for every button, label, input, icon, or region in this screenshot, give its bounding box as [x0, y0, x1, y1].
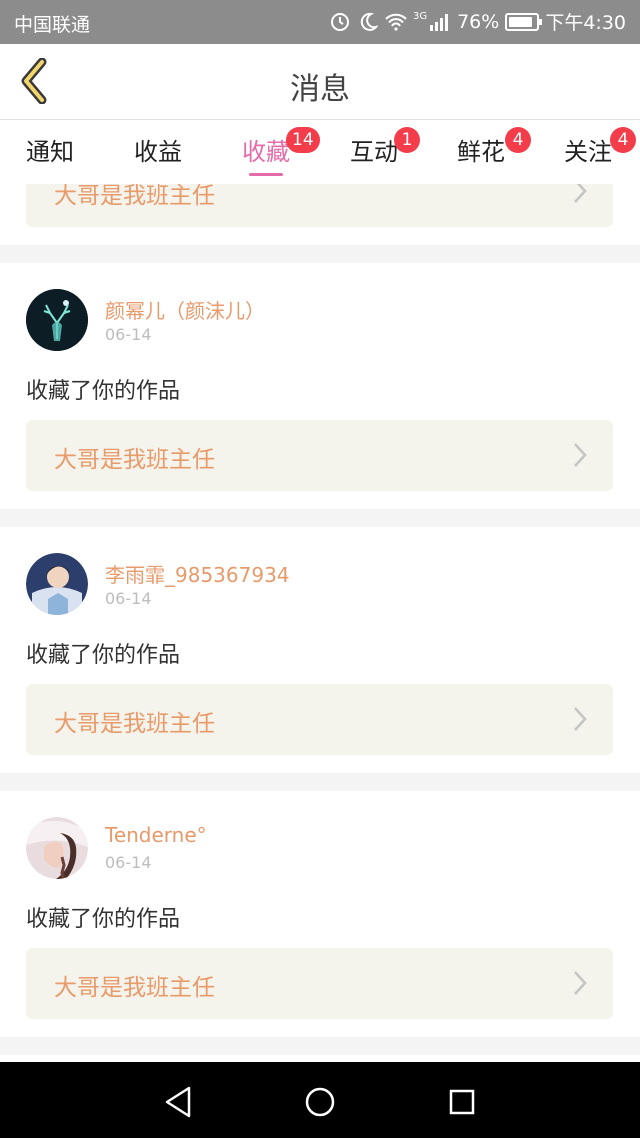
- username[interactable]: 颜幂儿（颜沫儿）: [105, 295, 265, 324]
- message-card: 大哥是我班主任: [0, 184, 640, 245]
- tab-label: 收藏: [242, 138, 290, 166]
- avatar[interactable]: [26, 289, 88, 351]
- battery-percent: 76%: [457, 10, 500, 33]
- wifi-icon: [385, 11, 407, 33]
- action-text: 收藏了你的作品: [26, 643, 181, 668]
- message-card: 颜幂儿（颜沫儿） 06-14 收藏了你的作品 大哥是我班主任: [0, 263, 640, 509]
- network-type-label: 3G: [412, 11, 428, 22]
- tab-interactions[interactable]: 互动 1: [334, 127, 420, 167]
- work-title: 大哥是我班主任: [54, 447, 215, 473]
- person-avatar: [26, 553, 88, 615]
- nav-recents-icon: [449, 1089, 475, 1115]
- username[interactable]: 李雨霏_985367934: [105, 559, 290, 588]
- work-link[interactable]: 大哥是我班主任: [26, 684, 613, 755]
- tab-bar: 通知 收益 收藏 14 互动 1 鲜花 4 关注 4: [0, 120, 640, 184]
- timestamp: 06-14: [105, 325, 152, 344]
- tab-follows[interactable]: 关注 4: [548, 127, 636, 167]
- tab-badge: 14: [286, 127, 320, 153]
- nav-home-icon: [305, 1087, 335, 1117]
- carrier-label: 中国联通: [14, 14, 91, 36]
- tab-notifications[interactable]: 通知: [10, 132, 90, 167]
- tab-favorites[interactable]: 收藏 14: [226, 127, 320, 176]
- tab-label: 收益: [134, 138, 182, 166]
- action-text: 收藏了你的作品: [26, 379, 181, 404]
- moon-icon: [357, 11, 379, 33]
- status-bar: 中国联通 3G 76% 下午4:30: [0, 0, 640, 44]
- tab-badge: 4: [505, 127, 531, 153]
- avatar[interactable]: [26, 553, 88, 615]
- avatar[interactable]: [26, 817, 88, 879]
- tab-label: 通知: [26, 138, 74, 166]
- status-icons: 3G 76% 下午4:30: [329, 8, 626, 35]
- page-title: 消息: [290, 72, 350, 107]
- clock: 下午4:30: [545, 12, 626, 34]
- work-title: 大哥是我班主任: [54, 975, 215, 1001]
- timestamp: 06-14: [105, 589, 152, 608]
- girl-avatar: [26, 817, 88, 879]
- tab-label: 互动: [350, 138, 398, 166]
- signal-icon: [429, 11, 451, 33]
- username[interactable]: Tenderne°: [105, 823, 207, 847]
- message-card: [0, 1055, 640, 1062]
- nav-home-button[interactable]: [300, 1082, 340, 1122]
- action-text: 收藏了你的作品: [26, 907, 181, 932]
- work-link[interactable]: 大哥是我班主任: [26, 184, 613, 227]
- tab-badge: 4: [610, 127, 636, 153]
- chevron-right-icon: [574, 971, 587, 995]
- deer-avatar: [26, 289, 88, 351]
- nav-back-icon: [165, 1086, 191, 1118]
- timestamp: 06-14: [105, 853, 152, 872]
- work-link[interactable]: 大哥是我班主任: [26, 420, 613, 491]
- work-title: 大哥是我班主任: [54, 711, 215, 737]
- work-link[interactable]: 大哥是我班主任: [26, 948, 613, 1019]
- active-tab-indicator: [249, 173, 283, 176]
- tab-label: 关注: [564, 138, 612, 166]
- message-card: Tenderne° 06-14 收藏了你的作品 大哥是我班主任: [0, 791, 640, 1037]
- chevron-right-icon: [574, 184, 587, 203]
- nav-recents-button[interactable]: [442, 1082, 482, 1122]
- tab-badge: 1: [394, 127, 420, 153]
- app-header: 消息: [0, 44, 640, 120]
- tab-earnings[interactable]: 收益: [118, 132, 198, 167]
- system-nav-bar: [0, 1062, 640, 1138]
- alarm-icon: [329, 11, 351, 33]
- tab-label: 鲜花: [457, 138, 505, 166]
- battery-icon: [505, 12, 543, 31]
- work-title: 大哥是我班主任: [54, 184, 215, 209]
- chevron-right-icon: [574, 443, 587, 467]
- nav-back-button[interactable]: [158, 1082, 198, 1122]
- message-feed[interactable]: 大哥是我班主任 颜幂儿（颜沫儿） 06-14 收藏了你的作品 大哥是我班主任 李…: [0, 184, 640, 1062]
- chevron-right-icon: [574, 707, 587, 731]
- tab-flowers[interactable]: 鲜花 4: [441, 127, 531, 167]
- message-card: 李雨霏_985367934 06-14 收藏了你的作品 大哥是我班主任: [0, 527, 640, 773]
